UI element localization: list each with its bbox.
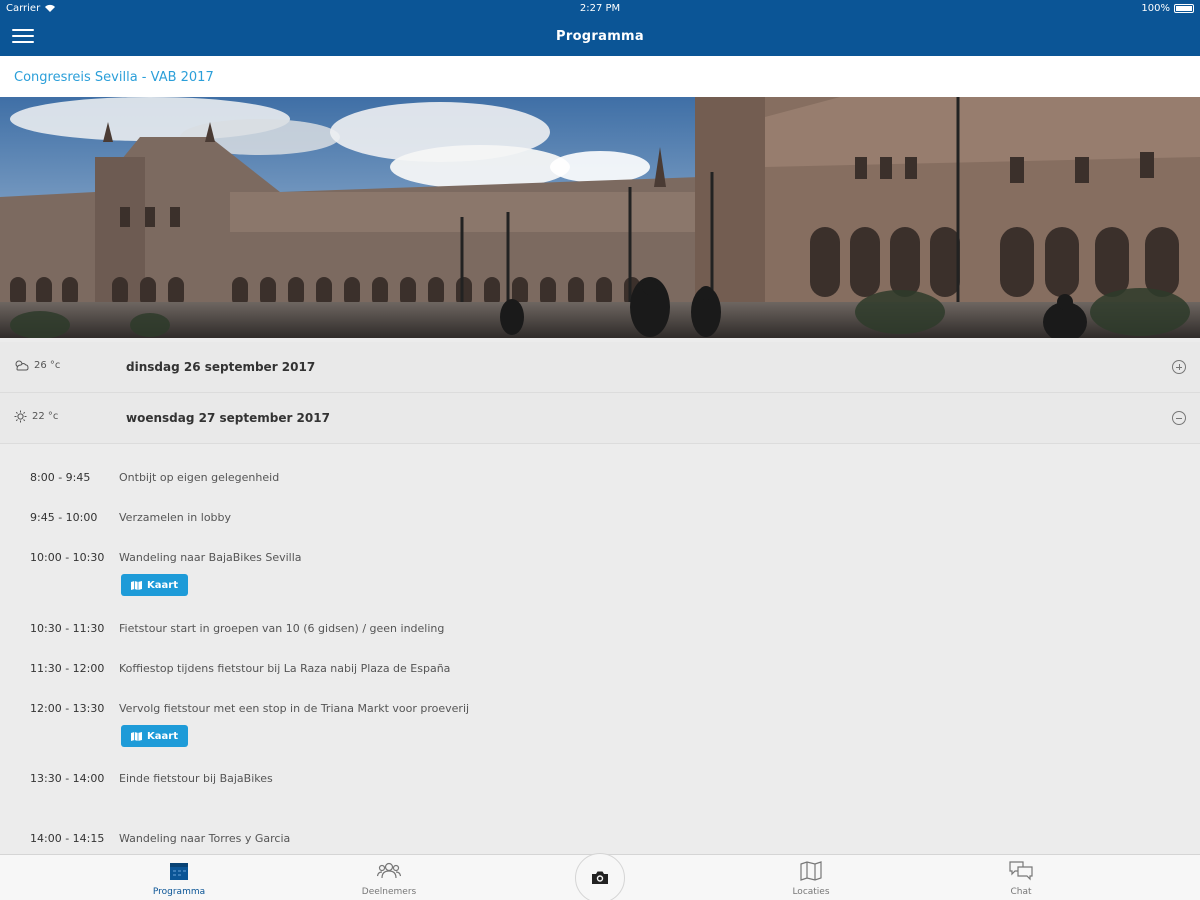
day-date: woensdag 27 september 2017: [126, 411, 330, 425]
tab-label: Chat: [1010, 887, 1032, 897]
map-button-label: Kaart: [147, 579, 178, 591]
item-time: 10:00 - 10:30: [30, 551, 105, 564]
program-list: 8:00 - 9:45 Ontbijt op eigen gelegenheid…: [0, 444, 1200, 854]
item-time: 10:30 - 11:30: [30, 622, 105, 635]
item-description: Einde fietstour bij BajaBikes: [119, 772, 273, 785]
cloud-sun-icon: [15, 360, 29, 371]
day-row-1[interactable]: 26 °c dinsdag 26 september 2017: [0, 342, 1200, 393]
tab-bar: Programma Deelnemers Locaties Chat: [0, 853, 1200, 900]
day-weather: 26 °c: [14, 359, 60, 371]
event-header: Congresreis Sevilla - VAB 2017: [0, 56, 1200, 97]
map-button-label: Kaart: [147, 730, 178, 742]
item-time: 11:30 - 12:00: [30, 662, 105, 675]
event-title: Congresreis Sevilla - VAB 2017: [14, 70, 214, 85]
tab-label: Programma: [152, 887, 206, 897]
banner-image: [0, 97, 1200, 338]
plaza-photo: [0, 97, 1200, 338]
item-description: Koffiestop tijdens fietstour bij La Raza…: [119, 662, 451, 675]
map-button[interactable]: Kaart: [121, 725, 188, 747]
map-icon: [131, 580, 143, 590]
day-date: dinsdag 26 september 2017: [126, 360, 316, 374]
item-time: 9:45 - 10:00: [30, 511, 98, 524]
clock: 2:27 PM: [579, 3, 621, 14]
chat-icon: [1009, 861, 1033, 881]
tab-label: Deelnemers: [361, 887, 417, 897]
tab-programma[interactable]: Programma: [119, 855, 239, 900]
map-icon: [800, 861, 822, 881]
map-button[interactable]: Kaart: [121, 574, 188, 596]
day-temperature: 26 °c: [34, 359, 61, 371]
collapse-minus-icon[interactable]: [1172, 411, 1186, 425]
battery-icon: [1174, 4, 1194, 13]
tab-chat[interactable]: Chat: [961, 855, 1081, 900]
item-description: Verzamelen in lobby: [119, 511, 232, 524]
tab-deelnemers[interactable]: Deelnemers: [329, 855, 449, 900]
status-bar: Carrier 2:27 PM 100%: [0, 0, 1200, 18]
navigation-bar: Programma: [0, 18, 1200, 56]
camera-icon: [592, 871, 608, 884]
item-description: Wandeling naar BajaBikes Sevilla: [119, 551, 302, 564]
item-time: 8:00 - 9:45: [30, 471, 91, 484]
battery-indicator: 100%: [1141, 3, 1194, 14]
day-temperature: 22 °c: [32, 411, 59, 422]
map-icon: [131, 731, 143, 741]
expand-plus-icon[interactable]: [1172, 360, 1186, 374]
item-description: Ontbijt op eigen gelegenheid: [119, 471, 280, 484]
day-weather: 22 °c: [14, 410, 58, 423]
item-time: 12:00 - 13:30: [30, 702, 105, 715]
item-time: 13:30 - 14:00: [30, 772, 105, 785]
page-title: Programma: [556, 29, 644, 44]
item-description: Wandeling naar Torres y Garcia: [119, 832, 291, 845]
tab-locaties[interactable]: Locaties: [751, 855, 871, 900]
item-time: 14:00 - 14:15: [30, 832, 105, 845]
sun-icon: [14, 410, 27, 423]
day-row-2[interactable]: 22 °c woensdag 27 september 2017: [0, 393, 1200, 444]
camera-button[interactable]: [575, 853, 625, 900]
tab-label: Locaties: [792, 887, 830, 897]
calendar-icon: [170, 863, 188, 880]
item-description: Fietstour start in groepen van 10 (6 gid…: [119, 622, 445, 635]
battery-label: 100%: [1141, 3, 1170, 14]
people-icon: [377, 862, 401, 879]
item-description: Vervolg fietstour met een stop in de Tri…: [119, 702, 470, 715]
